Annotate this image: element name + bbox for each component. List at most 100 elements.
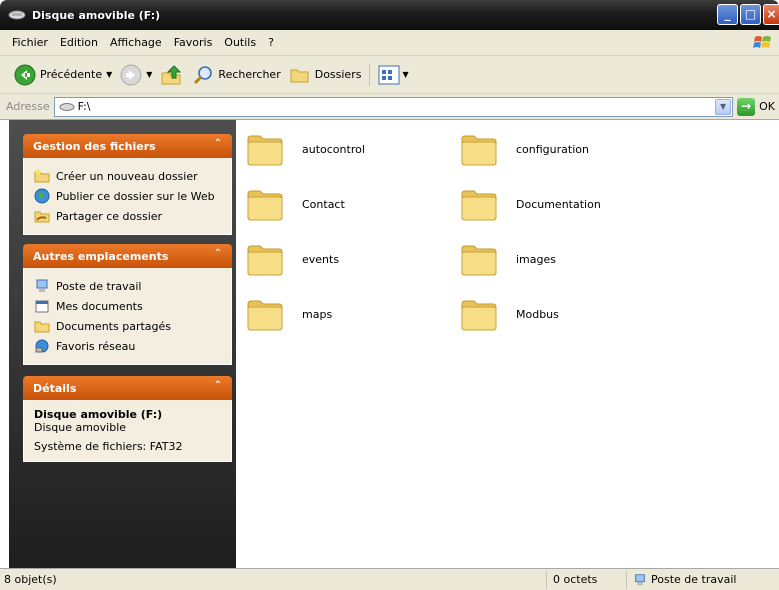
folder-label: Contact — [302, 197, 345, 211]
views-dropdown-icon[interactable]: ▼ — [402, 70, 408, 79]
task-label: Publier ce dossier sur le Web — [56, 189, 215, 203]
folder-label: events — [302, 252, 340, 266]
folder-icon — [247, 135, 283, 166]
folder-item[interactable]: events — [246, 240, 339, 278]
task-pane: Gestion des fichiers ⌃ Créer un nouveau … — [9, 120, 236, 568]
folder-label: Modbus — [516, 307, 559, 321]
status-size: 0 octets — [546, 570, 626, 589]
other-places-body: Poste de travail Mes documents Documents… — [23, 268, 232, 365]
folder-icon — [461, 300, 497, 331]
folder-label: configuration — [516, 142, 589, 156]
folder-icon — [461, 190, 497, 221]
menu-favoris[interactable]: Favoris — [168, 36, 219, 49]
place-network[interactable]: Favoris réseau — [34, 336, 221, 356]
details-type: Disque amovible — [34, 421, 127, 434]
title-bar: Disque amovible (F:) _ □ × — [0, 0, 779, 30]
maximize-button[interactable]: □ — [740, 4, 761, 25]
up-folder-button[interactable] — [156, 61, 188, 89]
details-title: Détails — [33, 381, 77, 395]
go-arrow-icon: → — [737, 97, 756, 116]
globe-icon — [34, 188, 50, 204]
menu-bar: Fichier Edition Affichage Favoris Outils… — [0, 30, 779, 56]
removable-drive-icon — [8, 10, 26, 20]
task-label: Partager ce dossier — [56, 209, 163, 223]
folder-label: autocontrol — [302, 142, 365, 156]
collapse-chevron-icon[interactable]: ⌃ — [214, 248, 222, 259]
other-places-title: Autres emplacements — [33, 249, 169, 263]
task-publish-web[interactable]: Publier ce dossier sur le Web — [34, 186, 221, 206]
shared-documents-icon — [34, 321, 50, 333]
go-button[interactable]: → OK — [737, 97, 779, 116]
folders-label: Dossiers — [314, 68, 362, 81]
window-title: Disque amovible (F:) — [32, 8, 161, 22]
menu-outils[interactable]: Outils — [218, 36, 262, 49]
minimize-button[interactable]: _ — [717, 4, 738, 25]
task-label: Créer un nouveau dossier — [56, 169, 198, 183]
menu-fichier[interactable]: Fichier — [6, 36, 54, 49]
folder-item[interactable]: autocontrol — [246, 130, 365, 168]
place-shared-documents[interactable]: Documents partagés — [34, 316, 221, 336]
forward-button[interactable]: ▼ — [116, 61, 156, 89]
other-places-header[interactable]: Autres emplacements ⌃ — [23, 244, 232, 268]
forward-dropdown-icon[interactable]: ▼ — [146, 70, 152, 79]
folder-icon — [247, 245, 283, 276]
network-icon — [35, 339, 49, 353]
details-filesystem: Système de fichiers: FAT32 — [34, 440, 183, 453]
task-share-folder[interactable]: Partager ce dossier — [34, 206, 221, 226]
folder-item[interactable]: images — [460, 240, 556, 278]
details-panel: Détails ⌃ Disque amovible (F:) Disque am… — [23, 376, 232, 462]
folders-button[interactable]: Dossiers — [285, 61, 366, 89]
other-places-panel: Autres emplacements ⌃ Poste de travail M… — [23, 244, 232, 365]
folder-item[interactable]: Documentation — [460, 185, 601, 223]
address-label: Adresse — [6, 100, 50, 113]
status-bar: 8 objet(s) 0 octets Poste de travail — [0, 568, 779, 590]
address-value: F:\ — [77, 100, 91, 113]
details-header[interactable]: Détails ⌃ — [23, 376, 232, 400]
up-folder-icon — [161, 64, 182, 84]
search-label: Rechercher — [218, 68, 281, 81]
file-tasks-body: Créer un nouveau dossier Publier ce doss… — [23, 158, 232, 235]
file-tasks-header[interactable]: Gestion des fichiers ⌃ — [23, 134, 232, 158]
folder-item[interactable]: configuration — [460, 130, 589, 168]
go-label: OK — [759, 100, 775, 113]
address-dropdown-icon[interactable]: ▼ — [715, 98, 732, 115]
views-button[interactable]: ▼ — [374, 61, 412, 89]
menu-help[interactable]: ? — [262, 36, 280, 49]
back-label: Précédente — [40, 68, 103, 81]
address-input[interactable]: F:\ ▼ — [53, 96, 734, 117]
toolbar-separator — [369, 63, 371, 86]
folder-label: maps — [302, 307, 333, 321]
folder-icon — [247, 300, 283, 331]
folder-label: images — [516, 252, 556, 266]
place-label: Documents partagés — [56, 319, 171, 333]
folder-icon — [461, 245, 497, 276]
file-tasks-panel: Gestion des fichiers ⌃ Créer un nouveau … — [23, 134, 232, 235]
place-label: Favoris réseau — [56, 339, 136, 353]
folder-item[interactable]: Modbus — [460, 295, 559, 333]
folder-item[interactable]: maps — [246, 295, 332, 333]
folder-icon — [247, 190, 283, 221]
task-new-folder[interactable]: Créer un nouveau dossier — [34, 166, 221, 186]
file-view: autocontrol configuration Contact Documenta… — [236, 120, 779, 568]
my-documents-icon — [35, 300, 49, 313]
search-button[interactable]: Rechercher — [188, 61, 284, 89]
my-computer-icon — [36, 279, 48, 292]
back-button[interactable]: Précédente ▼ — [10, 61, 116, 89]
folder-item[interactable]: Contact — [246, 185, 345, 223]
back-dropdown-icon[interactable]: ▼ — [106, 70, 112, 79]
folder-icon — [461, 135, 497, 166]
forward-arrow-icon — [120, 64, 142, 85]
menu-edition[interactable]: Edition — [54, 36, 104, 49]
status-count: 8 objet(s) — [4, 573, 57, 586]
removable-drive-icon — [59, 102, 75, 111]
status-location-label: Poste de travail — [651, 573, 737, 586]
collapse-chevron-icon[interactable]: ⌃ — [214, 380, 222, 391]
file-tasks-title: Gestion des fichiers — [33, 139, 156, 153]
close-button[interactable]: × — [763, 4, 779, 25]
place-my-documents[interactable]: Mes documents — [34, 296, 221, 316]
menu-affichage[interactable]: Affichage — [104, 36, 168, 49]
details-body: Disque amovible (F:) Disque amovible Sys… — [23, 400, 232, 462]
address-bar: Adresse F:\ ▼ → OK — [0, 94, 779, 120]
place-my-computer[interactable]: Poste de travail — [34, 276, 221, 296]
collapse-chevron-icon[interactable]: ⌃ — [214, 138, 222, 149]
